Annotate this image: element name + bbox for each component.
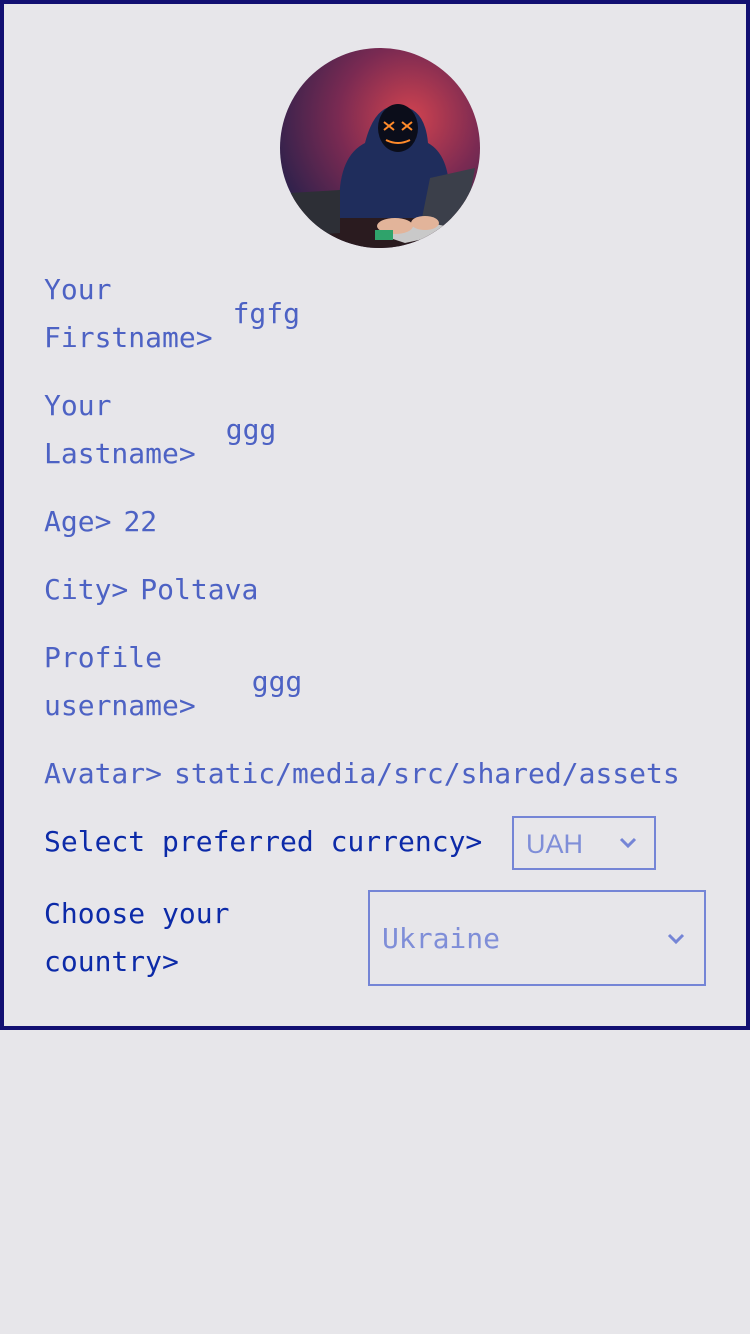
username-row: Profile username> ggg	[44, 634, 302, 730]
currency-selected-value: UAH	[526, 829, 584, 859]
currency-label: Select preferred currency>	[44, 825, 483, 858]
hooded-hacker-avatar-image	[280, 48, 480, 248]
city-value: Poltava	[140, 573, 259, 606]
profile-card: Your Firstname> fgfg Your Lastname> ggg …	[0, 0, 750, 1030]
city-row: City> Poltava	[44, 566, 258, 614]
city-label: City>	[44, 573, 129, 606]
firstname-label: Your Firstname>	[44, 273, 213, 354]
username-label: Profile username>	[44, 641, 196, 722]
username-value: ggg	[251, 665, 303, 698]
currency-select[interactable]: UAH	[512, 816, 656, 870]
avatar	[280, 48, 480, 248]
avatar-path-value: static/media/src/shared/assets	[174, 757, 680, 790]
chevron-down-icon	[667, 933, 685, 945]
avatar-label: Avatar>	[44, 757, 163, 790]
avatar-row: Avatar> static/media/src/shared/assets	[44, 750, 680, 798]
chevron-down-icon	[619, 837, 637, 849]
lastname-label: Your Lastname>	[44, 389, 196, 470]
currency-row: Select preferred currency>	[44, 818, 482, 866]
country-row: Choose your country>	[44, 890, 229, 986]
age-label: Age>	[44, 505, 112, 538]
country-label: Choose your country>	[44, 897, 230, 978]
age-row: Age> 22	[44, 498, 157, 546]
lastname-value: ggg	[225, 413, 277, 446]
lastname-row: Your Lastname> ggg	[44, 382, 276, 478]
country-selected-value: Ukraine	[382, 922, 501, 955]
firstname-row: Your Firstname> fgfg	[44, 266, 300, 362]
firstname-value: fgfg	[232, 297, 301, 330]
age-value: 22	[123, 505, 158, 538]
country-select[interactable]: Ukraine	[368, 890, 706, 986]
